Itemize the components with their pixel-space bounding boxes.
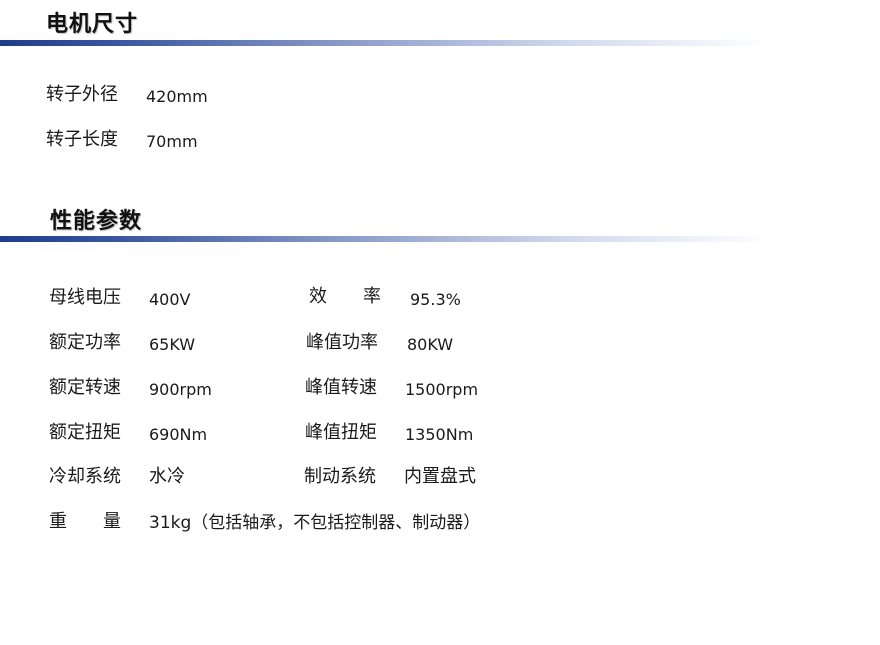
spec-label-peak-power: 峰值功率 (306, 332, 378, 353)
spec-label-bus-voltage: 母线电压 (49, 287, 121, 308)
spec-value-rotor-length: 70mm (146, 132, 198, 151)
spec-value-rated-speed: 900rpm (149, 380, 212, 399)
spec-label-weight: 重 量 (49, 511, 121, 532)
spec-value-efficiency: 95.3% (410, 290, 461, 309)
spec-label-rotor-length: 转子长度 (46, 129, 118, 150)
spec-value-peak-speed: 1500rpm (405, 380, 479, 399)
spec-value-bus-voltage: 400V (149, 290, 191, 309)
section-title-motor-dimensions: 电机尺寸 (46, 12, 139, 37)
spec-label-efficiency: 效 率 (309, 286, 381, 307)
section-divider (0, 40, 770, 46)
spec-label-peak-speed: 峰值转速 (305, 377, 377, 398)
spec-label-cooling-system: 冷却系统 (49, 466, 121, 487)
section-divider (0, 236, 770, 242)
spec-value-rated-power: 65KW (149, 335, 196, 354)
spec-value-rotor-outer-diameter: 420mm (146, 87, 208, 106)
spec-label-braking-system: 制动系统 (304, 466, 376, 487)
spec-value-cooling-system: 水冷 (149, 466, 185, 487)
spec-label-rotor-outer-diameter: 转子外径 (46, 84, 118, 105)
spec-value-weight: 31kg（包括轴承，不包括控制器、制动器） (149, 513, 481, 533)
spec-value-rated-torque: 690Nm (149, 425, 208, 444)
spec-label-peak-torque: 峰值扭矩 (305, 422, 377, 443)
spec-label-rated-torque: 额定扭矩 (49, 422, 121, 443)
spec-label-rated-power: 额定功率 (49, 332, 121, 353)
spec-value-peak-power: 80KW (407, 335, 454, 354)
spec-value-braking-system: 内置盘式 (404, 466, 476, 487)
spec-value-peak-torque: 1350Nm (405, 425, 474, 444)
section-title-performance-parameters: 性能参数 (50, 209, 143, 234)
spec-label-rated-speed: 额定转速 (49, 377, 121, 398)
